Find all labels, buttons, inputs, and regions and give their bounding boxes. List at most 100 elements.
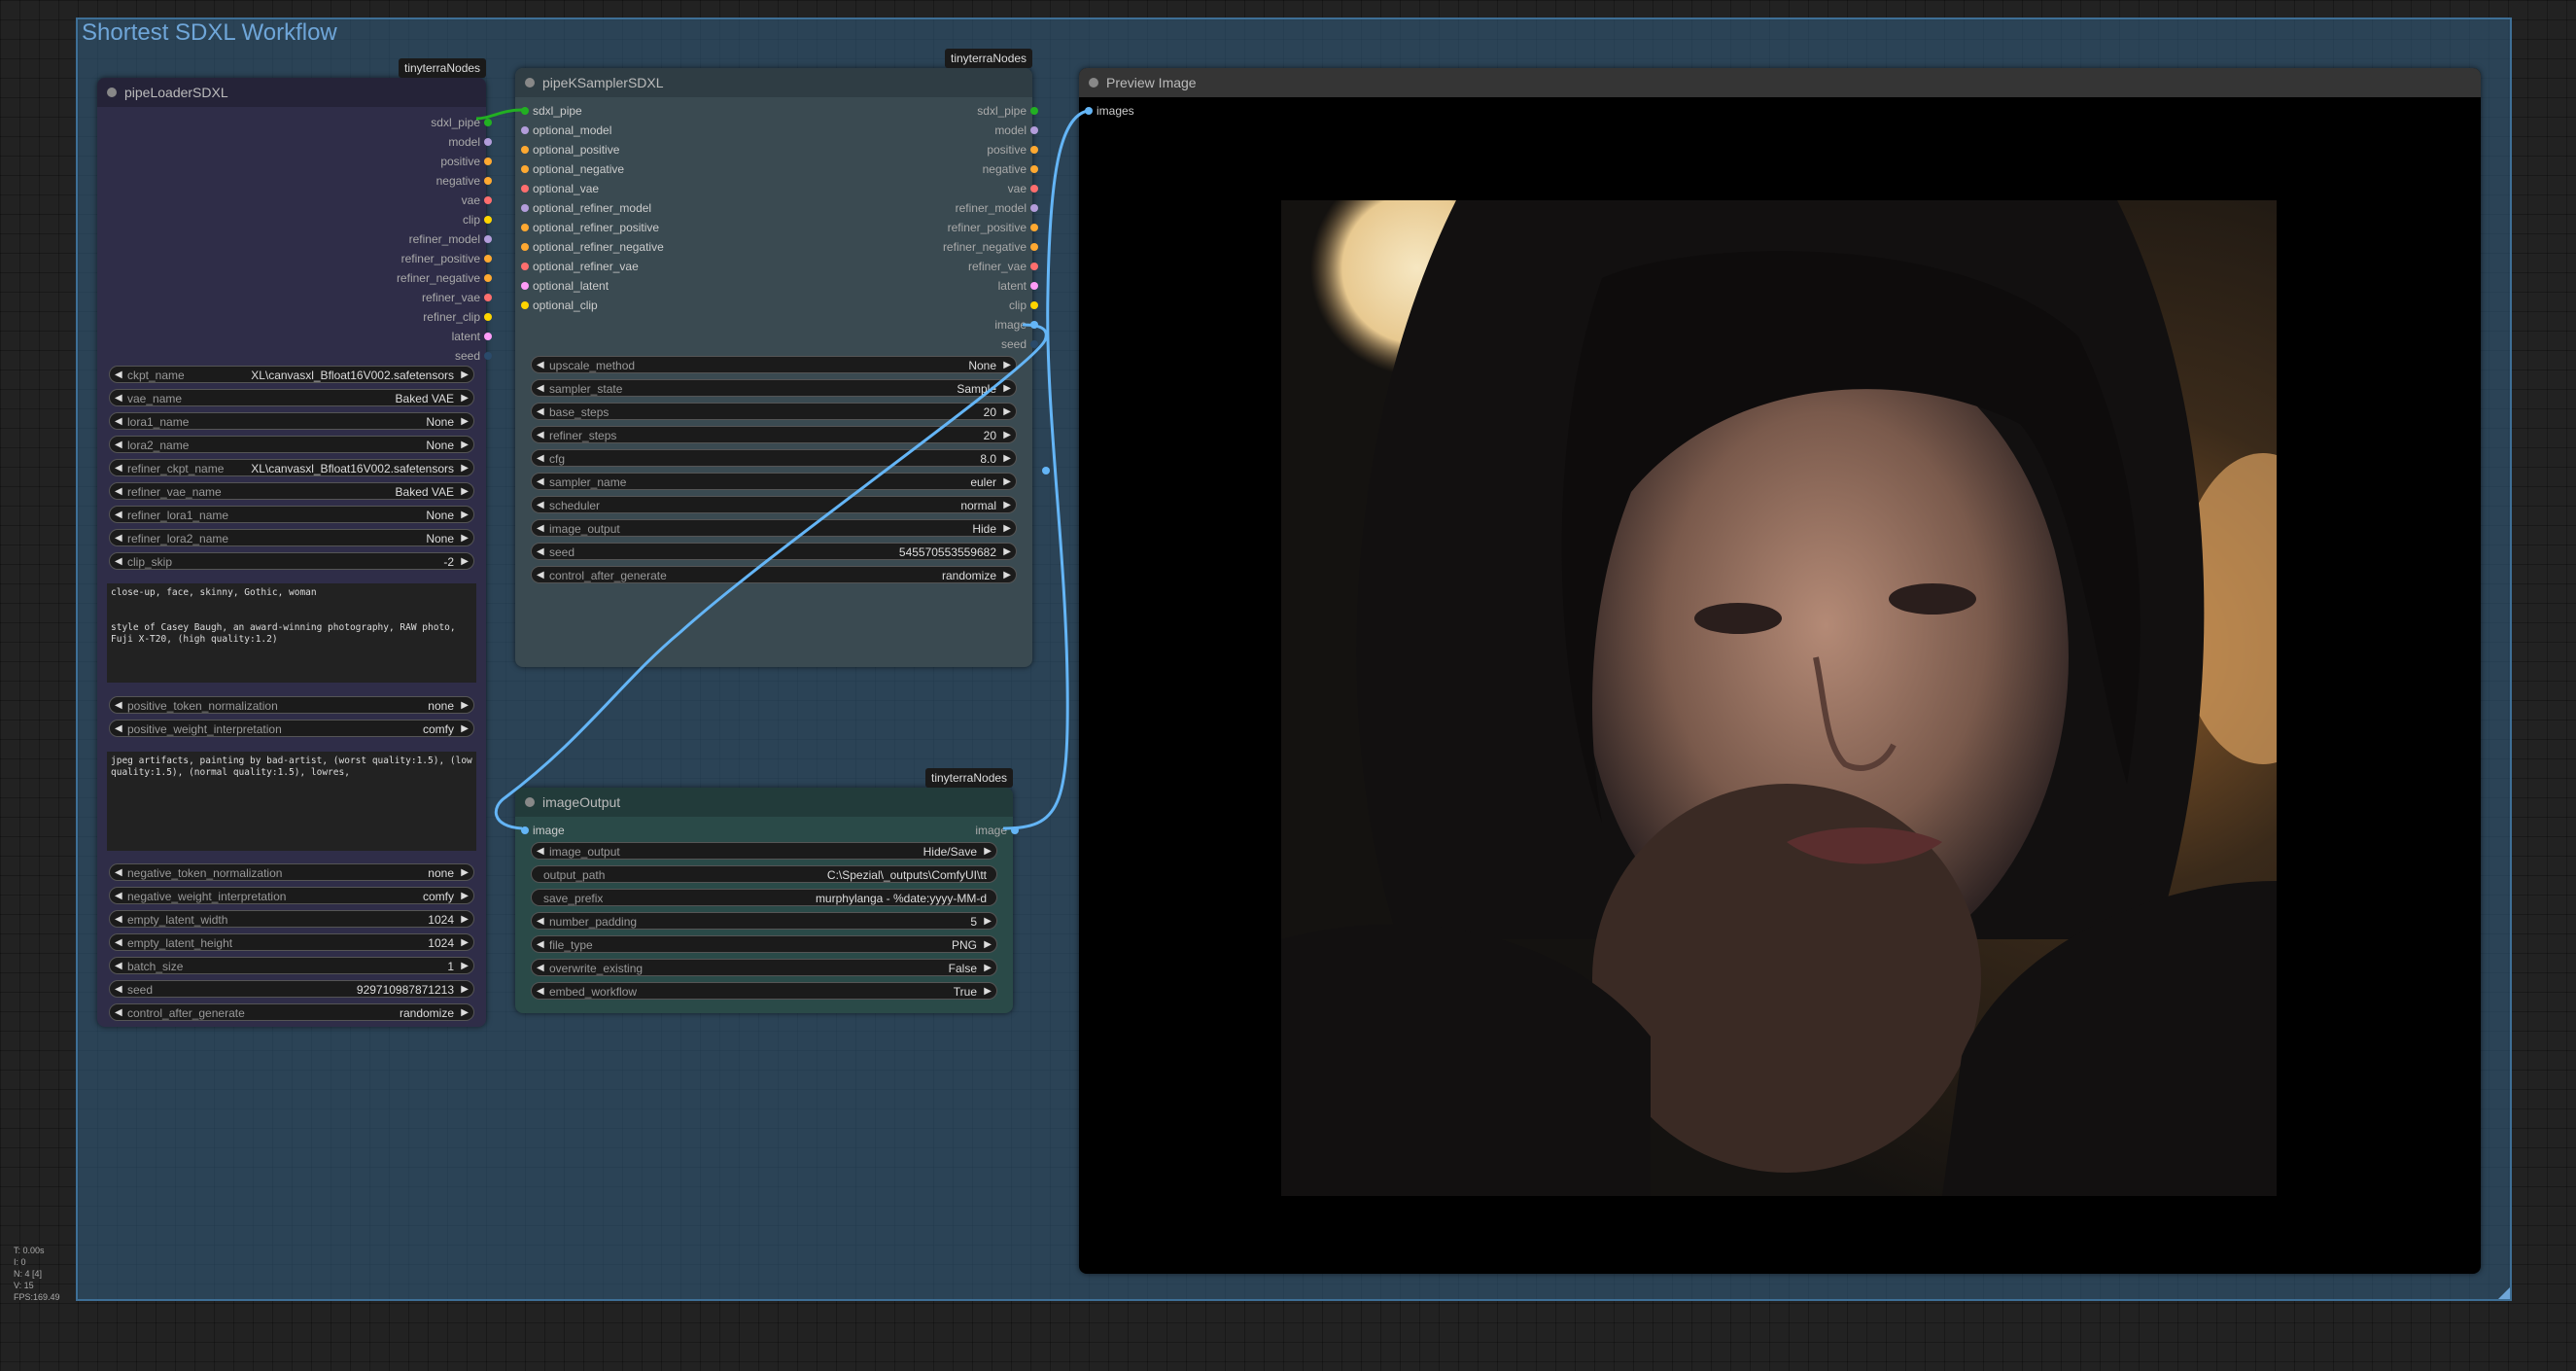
output-slot[interactable]: refiner_vae (832, 259, 1038, 274)
decrement-arrow-icon[interactable]: ◀ (537, 544, 544, 561)
increment-arrow-icon[interactable]: ▶ (461, 888, 469, 905)
increment-arrow-icon[interactable]: ▶ (1003, 497, 1011, 514)
increment-arrow-icon[interactable]: ▶ (984, 936, 992, 954)
output-slot[interactable]: positive (286, 154, 492, 169)
output-slot[interactable]: refiner_positive (286, 251, 492, 266)
input-slot[interactable]: optional_refiner_positive (521, 220, 659, 235)
slot-pin[interactable] (521, 107, 529, 115)
widget[interactable]: ◀ ▶ file_type PNG (531, 935, 997, 953)
decrement-arrow-icon[interactable]: ◀ (115, 413, 122, 431)
slot-pin[interactable] (521, 224, 529, 231)
increment-arrow-icon[interactable]: ▶ (1003, 474, 1011, 491)
collapse-dot[interactable] (525, 797, 535, 807)
decrement-arrow-icon[interactable]: ◀ (115, 530, 122, 547)
widget[interactable]: ◀ ▶ lora2_name None (109, 436, 474, 453)
slot-pin[interactable] (1085, 107, 1093, 115)
decrement-arrow-icon[interactable]: ◀ (537, 843, 544, 861)
decrement-arrow-icon[interactable]: ◀ (537, 520, 544, 538)
collapse-dot[interactable] (525, 78, 535, 88)
increment-arrow-icon[interactable]: ▶ (461, 721, 469, 738)
widget[interactable]: ◀ ▶ refiner_lora1_name None (109, 506, 474, 523)
output-slot[interactable]: seed (832, 336, 1038, 352)
decrement-arrow-icon[interactable]: ◀ (115, 721, 122, 738)
increment-arrow-icon[interactable]: ▶ (461, 437, 469, 454)
increment-arrow-icon[interactable]: ▶ (1003, 427, 1011, 444)
decrement-arrow-icon[interactable]: ◀ (115, 367, 122, 384)
increment-arrow-icon[interactable]: ▶ (461, 507, 469, 524)
slot-pin[interactable] (521, 185, 529, 193)
decrement-arrow-icon[interactable]: ◀ (115, 697, 122, 715)
input-slot[interactable]: optional_refiner_negative (521, 239, 664, 255)
widget[interactable]: ◀ ▶ vae_name Baked VAE (109, 389, 474, 406)
output-slot[interactable]: image (832, 317, 1038, 333)
slot-pin[interactable] (521, 301, 529, 309)
input-slot[interactable]: optional_clip (521, 298, 598, 313)
output-slot[interactable]: refiner_clip (286, 309, 492, 325)
widget[interactable]: ◀ ▶ scheduler normal (531, 496, 1017, 513)
positive-prompt-textarea[interactable]: close-up, face, skinny, Gothic, woman st… (107, 583, 476, 683)
output-slot[interactable]: refiner_vae (286, 290, 492, 305)
slot-pin[interactable] (484, 119, 492, 126)
increment-arrow-icon[interactable]: ▶ (984, 843, 992, 861)
input-slot[interactable]: image (521, 823, 565, 838)
widget[interactable]: ◀ ▶ seed 929710987871213 (109, 980, 474, 998)
widget[interactable]: ◀ ▶ negative_token_normalization none (109, 863, 474, 881)
input-slot[interactable]: optional_latent (521, 278, 609, 294)
increment-arrow-icon[interactable]: ▶ (1003, 567, 1011, 584)
output-slot[interactable]: latent (832, 278, 1038, 294)
slot-pin[interactable] (521, 165, 529, 173)
slot-pin[interactable] (521, 243, 529, 251)
decrement-arrow-icon[interactable]: ◀ (537, 983, 544, 1001)
widget[interactable]: ◀ ▶ embed_workflow True (531, 982, 997, 1000)
input-slot-images[interactable]: images (1085, 103, 1134, 119)
slot-pin[interactable] (1030, 321, 1038, 329)
slot-pin[interactable] (1030, 243, 1038, 251)
widget[interactable]: ◀ ▶ cfg 8.0 (531, 449, 1017, 467)
output-slot[interactable]: negative (286, 173, 492, 189)
input-slot[interactable]: optional_negative (521, 161, 624, 177)
widget[interactable]: ◀ ▶ batch_size 1 (109, 957, 474, 974)
increment-arrow-icon[interactable]: ▶ (1003, 450, 1011, 468)
increment-arrow-icon[interactable]: ▶ (461, 553, 469, 571)
increment-arrow-icon[interactable]: ▶ (984, 983, 992, 1001)
decrement-arrow-icon[interactable]: ◀ (115, 390, 122, 407)
input-slot[interactable]: sdxl_pipe (521, 103, 582, 119)
node-imageoutput[interactable]: imageOutput image image ◀ ▶ image_output Hide… (515, 788, 1019, 1013)
output-slot[interactable]: negative (832, 161, 1038, 177)
widget[interactable]: ◀ ▶ negative_weight_interpretation comfy (109, 887, 474, 904)
widget[interactable]: ◀ ▶ upscale_method None (531, 356, 1017, 373)
slot-pin[interactable] (1030, 204, 1038, 212)
widget[interactable]: ◀ ▶ number_padding 5 (531, 912, 997, 930)
decrement-arrow-icon[interactable]: ◀ (115, 460, 122, 477)
widget[interactable]: ◀ ▶ sampler_name euler (531, 473, 1017, 490)
slot-pin[interactable] (521, 146, 529, 154)
decrement-arrow-icon[interactable]: ◀ (537, 497, 544, 514)
widget[interactable]: ◀ ▶ lora1_name None (109, 412, 474, 430)
increment-arrow-icon[interactable]: ▶ (984, 913, 992, 931)
increment-arrow-icon[interactable]: ▶ (461, 864, 469, 882)
widget[interactable]: ◀ ▶ empty_latent_height 1024 (109, 933, 474, 951)
node-header[interactable]: pipeLoaderSDXL (97, 78, 486, 107)
decrement-arrow-icon[interactable]: ◀ (115, 483, 122, 501)
increment-arrow-icon[interactable]: ▶ (461, 530, 469, 547)
widget[interactable]: save_prefix murphylanga - %date:yyyy-MM-d (531, 889, 997, 906)
increment-arrow-icon[interactable]: ▶ (1003, 404, 1011, 421)
slot-pin[interactable] (484, 333, 492, 340)
decrement-arrow-icon[interactable]: ◀ (537, 960, 544, 977)
increment-arrow-icon[interactable]: ▶ (461, 367, 469, 384)
slot-pin[interactable] (484, 138, 492, 146)
output-slot[interactable]: clip (286, 212, 492, 228)
slot-pin[interactable] (521, 826, 529, 834)
decrement-arrow-icon[interactable]: ◀ (115, 888, 122, 905)
widget[interactable]: ◀ ▶ base_steps 20 (531, 403, 1017, 420)
widget[interactable]: output_path C:\Spezial\_outputs\ComfyUI\t… (531, 865, 997, 883)
node-header[interactable]: Preview Image (1079, 68, 2481, 97)
collapse-dot[interactable] (1089, 78, 1098, 88)
decrement-arrow-icon[interactable]: ◀ (537, 913, 544, 931)
widget[interactable]: ◀ ▶ image_output Hide (531, 519, 1017, 537)
output-slot[interactable]: refiner_positive (832, 220, 1038, 235)
slot-pin[interactable] (1011, 826, 1019, 834)
widget[interactable]: ◀ ▶ refiner_steps 20 (531, 426, 1017, 443)
slot-pin[interactable] (521, 282, 529, 290)
decrement-arrow-icon[interactable]: ◀ (537, 427, 544, 444)
